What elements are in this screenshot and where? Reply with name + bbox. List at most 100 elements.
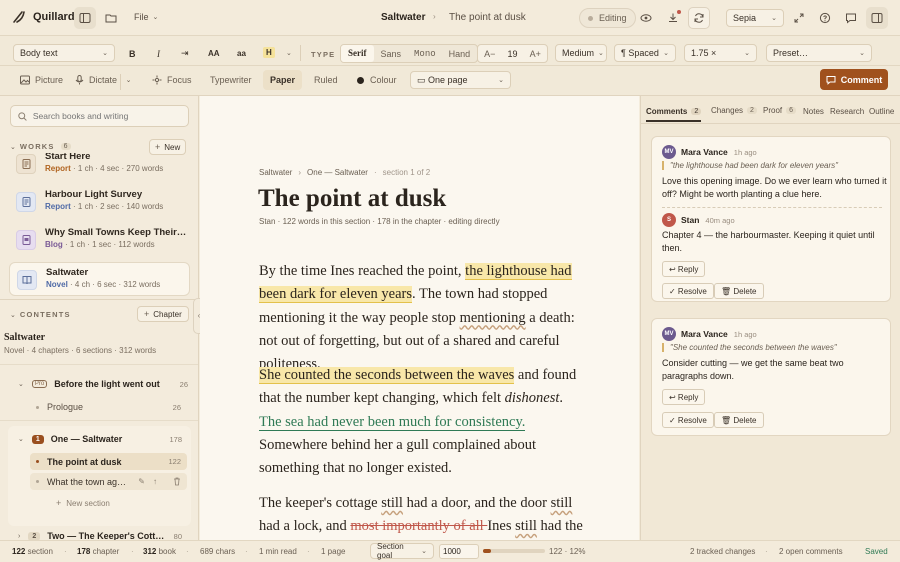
- delete-button[interactable]: 🗑 Delete: [714, 412, 764, 428]
- style-flag[interactable]: still: [381, 495, 403, 511]
- italic-button[interactable]: I: [157, 49, 160, 59]
- font-size-increase-button[interactable]: A+: [530, 49, 541, 59]
- work-item-selected[interactable]: Saltwater Novel · 4 ch · 6 sec · 312 wor…: [9, 262, 190, 296]
- font-size-value[interactable]: 19: [507, 49, 517, 59]
- add-chapter-button[interactable]: + Chapter: [137, 306, 189, 322]
- move-up-icon[interactable]: ↑: [153, 477, 157, 486]
- style-flag[interactable]: still: [551, 495, 573, 511]
- export-button[interactable]: [662, 7, 684, 29]
- resolve-button[interactable]: ✓ Resolve: [662, 412, 714, 428]
- divider: [300, 45, 301, 61]
- font-hand-button[interactable]: Hand: [442, 49, 478, 59]
- typewriter-button[interactable]: Typewriter: [210, 74, 252, 86]
- sidebar: ⌄ WORKS 6 + New Start Here Report · 1 ch…: [0, 96, 199, 540]
- work-item[interactable]: Start Here Report · 1 ch · 4 sec · 270 w…: [9, 153, 190, 181]
- paragraph-spacing-select[interactable]: ¶ Spaced ⌄: [614, 44, 676, 62]
- tab-notes[interactable]: Notes: [803, 107, 824, 116]
- work-item[interactable]: Harbour Light Survey Report · 1 ch · 2 s…: [9, 185, 190, 219]
- search-box[interactable]: [10, 105, 189, 127]
- tab-research[interactable]: Research: [830, 107, 864, 116]
- section-item-active[interactable]: The point at dusk 122: [30, 453, 187, 470]
- trash-icon[interactable]: [173, 477, 181, 486]
- tab-changes[interactable]: Changes 2: [711, 106, 757, 115]
- chevron-down-icon[interactable]: ⌄: [18, 435, 24, 443]
- section-heading[interactable]: The point at dusk: [258, 185, 446, 213]
- edit-icon[interactable]: ✎: [138, 477, 145, 486]
- font-size-decrease-button[interactable]: A−: [484, 49, 495, 59]
- preset-select[interactable]: Preset… ⌄: [766, 44, 872, 62]
- tab-comments[interactable]: Comments 2: [646, 102, 702, 122]
- spelling-flag[interactable]: mentioning: [460, 310, 526, 326]
- style-flag[interactable]: still: [515, 518, 537, 534]
- comment-button[interactable]: Comment: [820, 69, 888, 90]
- open-comments-count[interactable]: 2 open comments: [779, 547, 843, 556]
- font-sans-button[interactable]: Sans: [374, 49, 409, 59]
- section-item[interactable]: What the town ag… ✎ ↑: [30, 473, 187, 490]
- sync-button[interactable]: [688, 7, 710, 29]
- commented-text[interactable]: She counted the seconds between the wave…: [259, 367, 515, 384]
- insert-picture-button[interactable]: Picture: [20, 75, 63, 85]
- paragraph-style-select[interactable]: Body text ⌄: [13, 44, 115, 62]
- chapter-item[interactable]: ⌄ 1 One — Saltwater 178: [18, 434, 182, 444]
- tracked-insertion[interactable]: The sea had never been much for consiste…: [259, 413, 526, 431]
- chevron-right-icon[interactable]: ›: [18, 533, 20, 540]
- lowercase-button[interactable]: aa: [237, 49, 246, 58]
- goal-input[interactable]: [439, 544, 479, 559]
- uppercase-button[interactable]: AA: [208, 49, 220, 58]
- paragraph[interactable]: She counted the seconds between the wave…: [259, 364, 584, 480]
- tab-outline[interactable]: Outline: [869, 107, 894, 116]
- mode-toggle[interactable]: Editing: [579, 8, 636, 28]
- goal-type-select[interactable]: Section goal ⌄: [370, 542, 434, 560]
- comments-toggle-button[interactable]: [840, 7, 862, 29]
- preview-button[interactable]: [635, 7, 657, 29]
- reply-button[interactable]: ↩ Reply: [662, 389, 706, 405]
- resolve-button[interactable]: ✓ Resolve: [662, 283, 714, 299]
- paper-button[interactable]: Paper: [263, 70, 303, 90]
- fullscreen-button[interactable]: [788, 7, 810, 29]
- font-mono-button[interactable]: Mono: [408, 49, 442, 59]
- image-icon: [20, 75, 30, 85]
- work-item[interactable]: Why Small Towns Keep Their… Blog · 1 ch …: [9, 223, 190, 257]
- theme-select[interactable]: Sepia ⌄: [726, 9, 784, 27]
- bold-button[interactable]: B: [129, 49, 136, 59]
- help-button[interactable]: [814, 7, 836, 29]
- line-height-select[interactable]: 1.75 × ⌄: [684, 44, 757, 62]
- chevron-down-icon[interactable]: ⌄: [18, 380, 24, 388]
- reply-button[interactable]: ↩ Reply: [662, 261, 706, 277]
- search-input[interactable]: [32, 111, 181, 121]
- paragraph[interactable]: By the time Ines reached the point, the …: [259, 260, 584, 376]
- page-view-select[interactable]: ▭ One page ⌄: [410, 71, 511, 89]
- dictate-chevron-icon[interactable]: ⌄: [120, 74, 136, 90]
- colour-button[interactable]: Colour: [357, 75, 397, 85]
- indent-button[interactable]: ⇥: [181, 48, 189, 59]
- dictate-button[interactable]: Dictate: [75, 75, 117, 85]
- font-serif-button[interactable]: Serif: [341, 45, 374, 62]
- highlight-chevron-icon[interactable]: ⌄: [286, 49, 292, 57]
- open-folder-button[interactable]: [100, 7, 122, 29]
- comment-thread[interactable]: MV Mara Vance 1h ago "She counted the se…: [651, 318, 891, 436]
- ruled-button[interactable]: Ruled: [314, 74, 338, 86]
- tab-proof[interactable]: Proof 6: [763, 106, 797, 115]
- comment-thread[interactable]: MV Mara Vance 1h ago "the lighthouse had…: [651, 136, 891, 302]
- chevron-down-icon[interactable]: ⌄: [10, 311, 16, 319]
- tracked-changes-count[interactable]: 2 tracked changes: [690, 547, 755, 556]
- chevron-down-icon[interactable]: ⌄: [10, 143, 16, 151]
- tracked-deletion[interactable]: most importantly of all: [350, 518, 487, 534]
- chapter-count: 80: [173, 531, 182, 541]
- focus-button[interactable]: Focus: [152, 75, 192, 85]
- paragraph[interactable]: The keeper's cottage still had a door, a…: [259, 492, 584, 540]
- delete-button[interactable]: 🗑 Delete: [714, 283, 764, 299]
- toggle-panel-button[interactable]: [866, 7, 888, 29]
- file-menu[interactable]: File ⌄: [134, 12, 158, 22]
- chapter-item[interactable]: ⌄ Pro Before the light went out 26: [18, 379, 188, 389]
- chapter-item[interactable]: › 2 Two — The Keeper's Cott… 80: [18, 531, 182, 540]
- editor-page[interactable]: Saltwater › One — Saltwater · section 1 …: [200, 96, 639, 540]
- highlight-button[interactable]: H: [263, 47, 275, 58]
- new-section-button[interactable]: + New section: [56, 498, 110, 508]
- toggle-sidebar-button[interactable]: [74, 7, 96, 29]
- font-weight-select[interactable]: Medium ⌄: [555, 44, 607, 62]
- count-label: section: [27, 547, 53, 556]
- breadcrumb-book[interactable]: Saltwater: [259, 168, 292, 177]
- section-item[interactable]: Prologue 26: [36, 402, 181, 412]
- breadcrumb-chapter[interactable]: One — Saltwater: [307, 168, 368, 177]
